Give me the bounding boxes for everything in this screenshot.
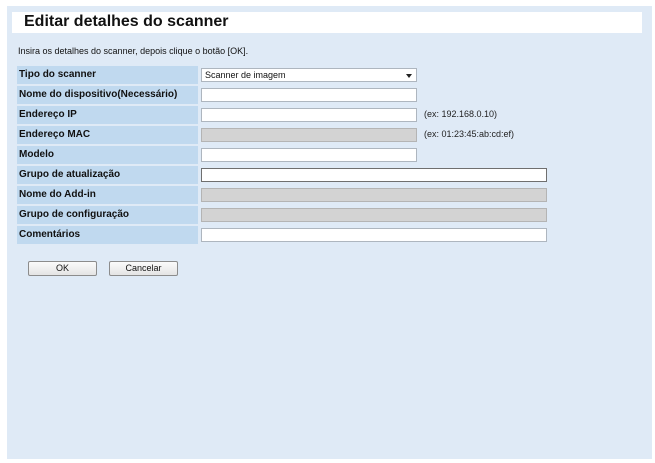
form-row-scanner-type: Tipo do scanner Scanner de imagem (17, 66, 652, 86)
form-row-addin-name: Nome do Add-in (17, 186, 652, 206)
comments-label: Comentários (17, 226, 198, 244)
page-title: Editar detalhes do scanner (24, 13, 229, 30)
form-row-model: Modelo (17, 146, 652, 166)
addin-name-label: Nome do Add-in (17, 186, 198, 204)
chevron-down-icon (406, 74, 412, 78)
model-field[interactable] (201, 148, 417, 162)
update-group-label: Grupo de atualização (17, 166, 198, 184)
ip-address-hint: (ex: 192.168.0.10) (424, 109, 498, 119)
update-group-field[interactable] (201, 168, 547, 182)
config-group-label: Grupo de configuração (17, 206, 198, 224)
ok-button[interactable]: OK (28, 261, 97, 276)
instruction-text: Insira os detalhes do scanner, depois cl… (18, 46, 249, 56)
form-row-device-name: Nome do dispositivo(Necessário) (17, 86, 652, 106)
scanner-type-select[interactable]: Scanner de imagem (201, 68, 417, 82)
comments-field[interactable] (201, 228, 547, 242)
mac-address-hint: (ex: 01:23:45:ab:cd:ef) (424, 129, 515, 139)
form-row-mac-address: Endereço MAC (ex: 01:23:45:ab:cd:ef) (17, 126, 652, 146)
page-background: Editar detalhes do scanner Insira os det… (7, 6, 652, 459)
form-row-update-group: Grupo de atualização (17, 166, 652, 186)
ip-address-label: Endereço IP (17, 106, 198, 124)
form-row-ip-address: Endereço IP (ex: 192.168.0.10) (17, 106, 652, 126)
scanner-type-selected-value: Scanner de imagem (205, 70, 286, 80)
ip-address-field[interactable] (201, 108, 417, 122)
scanner-details-form: Tipo do scanner Scanner de imagem Nome d… (17, 66, 652, 246)
model-label: Modelo (17, 146, 198, 164)
scanner-type-label: Tipo do scanner (17, 66, 198, 84)
config-group-field (201, 208, 547, 222)
form-row-config-group: Grupo de configuração (17, 206, 652, 226)
device-name-field[interactable] (201, 88, 417, 102)
title-bar: Editar detalhes do scanner (12, 12, 642, 33)
cancel-button[interactable]: Cancelar (109, 261, 178, 276)
addin-name-field (201, 188, 547, 202)
mac-address-field (201, 128, 417, 142)
device-name-label: Nome do dispositivo(Necessário) (17, 86, 198, 104)
form-row-comments: Comentários (17, 226, 652, 246)
mac-address-label: Endereço MAC (17, 126, 198, 144)
